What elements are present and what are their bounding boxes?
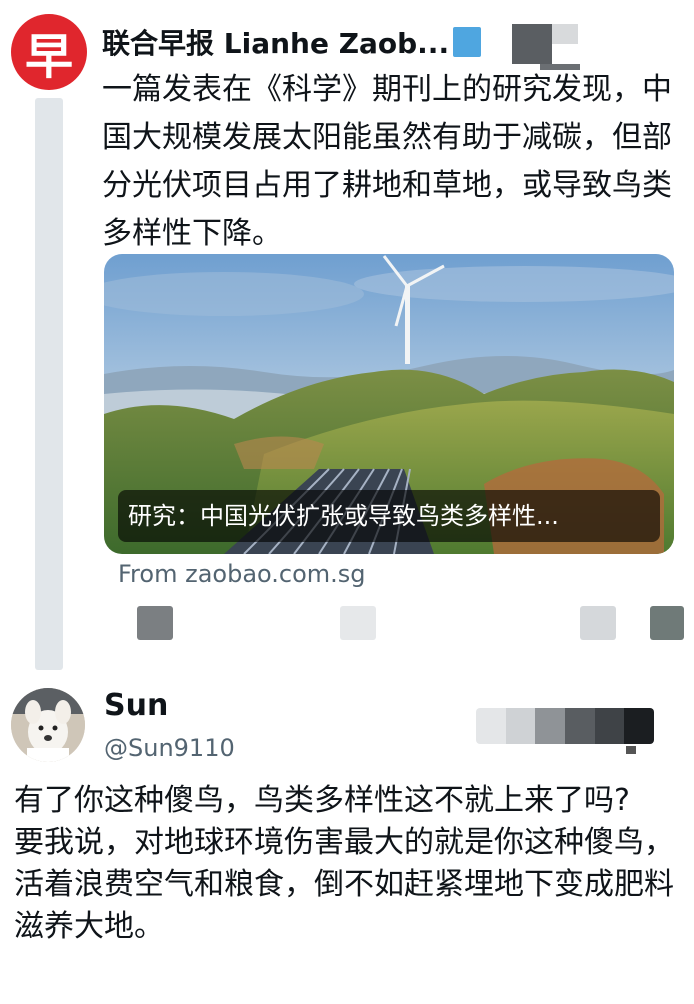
reply-text-line-2: 要我说，对地球环境伤害最大的就是你这种傻鸟，活着浪费空气和粮食，倒不如赶紧埋地下… [14,825,674,944]
verified-icon [453,27,482,57]
reply-author-handle[interactable]: @Sun9110 [104,734,235,762]
like-icon[interactable] [580,606,616,640]
follow-button[interactable] [476,708,654,744]
link-card[interactable]: 研究：中国光伏扩张或导致鸟类多样性... [104,254,674,554]
share-icon[interactable] [650,606,684,640]
dog-avatar-icon [11,688,85,762]
card-source[interactable]: From zaobao.com.sg [118,560,366,588]
blurred-icon [512,24,552,64]
blurred-icon [552,24,578,44]
card-caption: 研究：中国光伏扩张或导致鸟类多样性... [118,490,660,542]
quoted-header: 联合早报 Lianhe Zaob... [102,22,482,62]
author-name[interactable]: 联合早报 Lianhe Zaob... [102,22,449,62]
more-icon[interactable] [626,746,636,754]
reply-tweet-text: 有了你这种傻鸟，鸟类多样性这不就上来了吗? 要我说，对地球环境伤害最大的就是你这… [14,780,674,948]
reply-author-name[interactable]: Sun [104,688,168,723]
reply-icon[interactable] [137,606,173,640]
reply-text-line-1: 有了你这种傻鸟，鸟类多样性这不就上来了吗? [14,783,630,818]
quoted-tweet-text: 一篇发表在《科学》期刊上的研究发现，中国大规模发展太阳能虽然有助于减碳，但部分光… [102,72,672,251]
retweet-icon[interactable] [340,606,376,640]
sun-avatar[interactable] [11,688,85,762]
avatar-char: 早 [24,29,73,85]
thread-line [35,98,63,670]
zaobao-avatar[interactable]: 早 [11,14,87,90]
